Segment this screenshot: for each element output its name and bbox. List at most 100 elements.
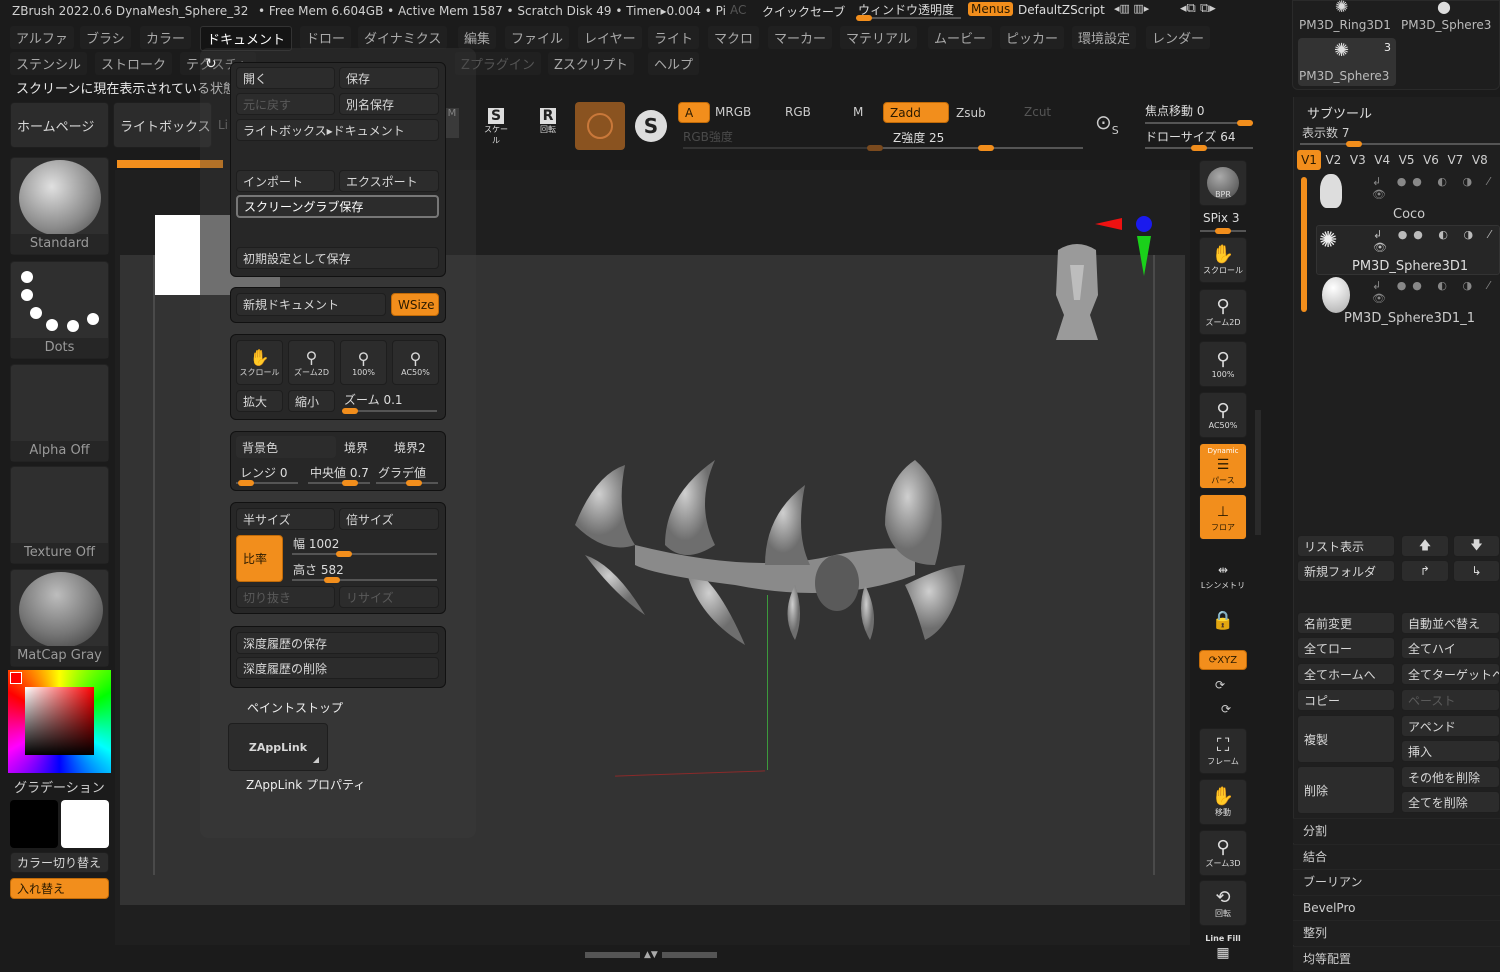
rotate-button[interactable]: R 回転 [533,108,563,144]
store-depth-history-button[interactable]: 深度履歴の保存 [236,632,439,654]
main-color-white[interactable] [61,800,109,848]
menu-2[interactable]: カラー [140,26,192,49]
lightbox-document-button[interactable]: ライトボックス▸ドキュメント [236,119,439,141]
subtool-section-2[interactable]: ブーリアン [1293,869,1500,894]
subtool-visibility-icons[interactable]: ↲ ●● ◐ ◑ ⁄ 👁 [1372,279,1500,305]
zoom-slider[interactable] [342,408,437,414]
revert-button[interactable]: 元に戻す [236,93,335,115]
lightbox-button[interactable]: ライトボックス [113,102,212,148]
menu2-0[interactable]: ステンシル [10,52,88,75]
all-high-button[interactable]: 全てハイ [1401,637,1500,659]
version-button-v1[interactable]: V1 [1297,150,1321,170]
floor-button[interactable]: ⊥ フロア [1199,494,1247,540]
scroll-button-right[interactable]: ✋ スクロール [1199,237,1247,283]
all-to-home-button[interactable]: 全てホームへ [1297,663,1395,685]
version-button-v8[interactable]: V8 [1468,150,1492,170]
tool-thumb-sphere[interactable]: ● PM3D_Sphere3 [1397,0,1500,35]
delete-all-button[interactable]: 全てを削除 [1401,791,1500,813]
menu-16[interactable]: レンダー [1146,26,1211,49]
xyz-rotation-button[interactable]: ⟳ XYZ [1199,650,1247,670]
zoom-in-button[interactable]: 拡大 [236,390,283,412]
camera-lock-button[interactable]: 🔒 [1199,598,1247,644]
3d-model[interactable] [555,455,985,645]
menu2-5[interactable]: ヘルプ [648,52,700,75]
draw-size-slider[interactable] [1145,145,1253,151]
frame-button[interactable]: ⛶ フレーム [1199,728,1247,774]
perspective-button[interactable]: Dynamic ☰ パース [1199,443,1247,489]
zsub-toggle[interactable]: Zsub [956,106,986,120]
alpha-tile[interactable]: Alpha Off [10,364,109,462]
open-button[interactable]: 開く [236,67,335,89]
all-low-button[interactable]: 全てロー [1297,637,1395,659]
material-tile[interactable]: MatCap Gray [10,569,109,667]
default-zscript-button[interactable]: DefaultZScript [1018,3,1105,17]
subtool-section-5[interactable]: 均等配置 [1293,945,1500,971]
a-toggle[interactable]: A [678,102,710,123]
save-as-default-button[interactable]: 初期設定として保存 [236,247,439,269]
export-button[interactable]: エクスポート [339,170,439,192]
pct100-button-right[interactable]: ⚲ 100% [1199,341,1247,387]
screengrab-save-button[interactable]: スクリーングラブ保存 [236,195,439,218]
autoreorder-button[interactable]: 自動並べ替え [1401,612,1500,634]
refresh-icon[interactable]: ↻ [205,56,217,72]
move-into-folder-button[interactable]: ↱ [1401,560,1449,582]
tool-thumb-ring[interactable]: ✺ PM3D_Ring3D1 [1297,0,1393,35]
new-folder-button[interactable]: 新規フォルダ [1297,560,1395,582]
width-slider[interactable] [292,551,437,557]
copy-button[interactable]: コピー [1297,689,1395,711]
rename-button[interactable]: 名前変更 [1297,612,1395,634]
tool-thumb-current[interactable]: ✺ 3 PM3D_Sphere3 [1298,38,1396,86]
menu-0[interactable]: アルファ [10,26,74,49]
insert-button[interactable]: 挿入 [1401,740,1500,762]
resize-button[interactable]: リサイズ [339,586,439,608]
save-as-button[interactable]: 別名保存 [339,93,439,115]
version-button-v5[interactable]: V5 [1395,150,1419,170]
menu-9[interactable]: ライト [648,26,700,49]
subtool-visibility-icons[interactable]: ↲ ●● ◐ ◑ ⁄ 👁 [1372,175,1500,201]
menu-12[interactable]: マテリアル [840,26,917,49]
switch-color-button[interactable]: カラー切り替え [10,852,109,873]
ratio-button[interactable]: 比率 [236,535,283,582]
double-size-button[interactable]: 倍サイズ [339,508,439,530]
subtool-item[interactable]: ↲ ●● ◐ ◑ ⁄ 👁 PM3D_Sphere3D1_1 [1316,276,1500,328]
move-up-button[interactable]: 🡅 [1401,535,1449,557]
version-button-v4[interactable]: V4 [1370,150,1394,170]
orientation-gizmo[interactable] [1090,210,1160,280]
menu-14[interactable]: ピッカー [1000,26,1065,49]
ac50-button-right[interactable]: ⚲ AC50% [1199,392,1247,438]
subtool-item[interactable]: ↲ ●● ◐ ◑ ⁄ 👁 Coco [1310,172,1500,224]
menu-13[interactable]: ムービー [928,26,993,49]
lsym-button[interactable]: ⇹ Lシンメトリ [1199,552,1247,598]
zoom2d-button-right[interactable]: ⚲ ズーム2D [1199,289,1247,335]
range-slider[interactable] [236,480,298,486]
move-out-folder-button[interactable]: ↳ [1453,560,1500,582]
mrgb-toggle[interactable]: MRGB [715,105,751,119]
paint-stop-label[interactable]: ペイントストップ [247,699,343,716]
scale-button[interactable]: S スケール [481,108,511,145]
menu-5[interactable]: ダイナミクス [358,26,448,49]
zoom2d-button[interactable]: ⚲ ズーム2D [288,340,335,385]
interface-collapse-icon[interactable]: ◂▥ ▥▸ [1114,2,1149,15]
lazymouse-icon[interactable]: ⊙S [1095,110,1129,144]
window-transparency-slider[interactable]: ウィンドウ透明度 [858,1,954,18]
transparency-track[interactable] [856,15,961,21]
subtool-section-1[interactable]: 結合 [1293,843,1500,869]
z-rotation-button[interactable]: ⟳ [1221,702,1231,716]
subtool-section-0[interactable]: 分割 [1293,818,1500,843]
back-color-button[interactable]: 背景色 [236,436,336,458]
subtool-section-4[interactable]: 整列 [1293,920,1500,945]
duplicate-button[interactable]: 複製 [1297,715,1395,763]
version-button-v2[interactable]: V2 [1321,150,1345,170]
menus-toggle[interactable]: Menus [968,2,1014,16]
height-slider[interactable] [292,577,437,583]
right-collapse-handle[interactable] [1255,410,1261,535]
pct100-button[interactable]: ⚲ 100% [340,340,387,385]
subtool-section-3[interactable]: BevelPro [1293,894,1500,920]
subtool-title[interactable]: サブツール [1307,103,1372,122]
bpr-button[interactable]: BPR [1199,160,1247,206]
list-view-button[interactable]: リスト表示 [1297,535,1395,557]
border-button[interactable]: 境界 [344,439,368,456]
homepage-button[interactable]: ホームページ [10,102,109,148]
save-button[interactable]: 保存 [339,67,439,89]
zapplink-properties-label[interactable]: ZAppLink プロパティ [246,776,365,793]
